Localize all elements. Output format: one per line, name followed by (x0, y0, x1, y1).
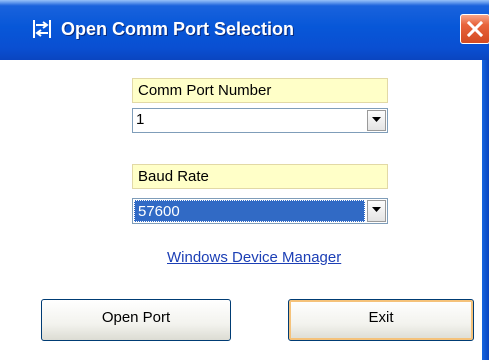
open-port-button-label: Open Port (101, 309, 171, 326)
window-title: Open Comm Port Selection (61, 19, 295, 39)
windows-device-manager-link[interactable]: Windows Device Manager (167, 249, 341, 266)
title-bar[interactable]: Open Comm Port Selection (0, 0, 489, 60)
window-frame-right (482, 60, 489, 360)
baud-rate-select[interactable]: 57600 (132, 198, 388, 224)
comm-port-label: Comm Port Number (132, 78, 388, 103)
open-port-button[interactable]: Open Port (41, 299, 231, 341)
comm-port-dropdown-button[interactable] (367, 110, 386, 131)
title-bar-shine (0, 0, 489, 6)
chevron-down-icon (372, 207, 381, 212)
close-icon (467, 21, 483, 37)
exit-button[interactable]: Exit (288, 299, 474, 341)
chevron-down-icon (372, 117, 381, 122)
close-button[interactable] (460, 14, 489, 44)
baud-rate-label: Baud Rate (132, 164, 388, 189)
comm-port-select[interactable]: 1 (132, 108, 388, 133)
dialog-body: Comm Port Number 1 Baud Rate 57600 Windo… (0, 60, 482, 360)
baud-rate-value: 57600 (134, 200, 365, 222)
baud-rate-dropdown-button[interactable] (367, 200, 386, 222)
transfer-arrows-icon (33, 20, 51, 38)
dialog-window: Open Comm Port Selection Comm Port Numbe… (0, 0, 489, 360)
exit-button-label: Exit (368, 309, 394, 326)
comm-port-value: 1 (136, 111, 145, 128)
